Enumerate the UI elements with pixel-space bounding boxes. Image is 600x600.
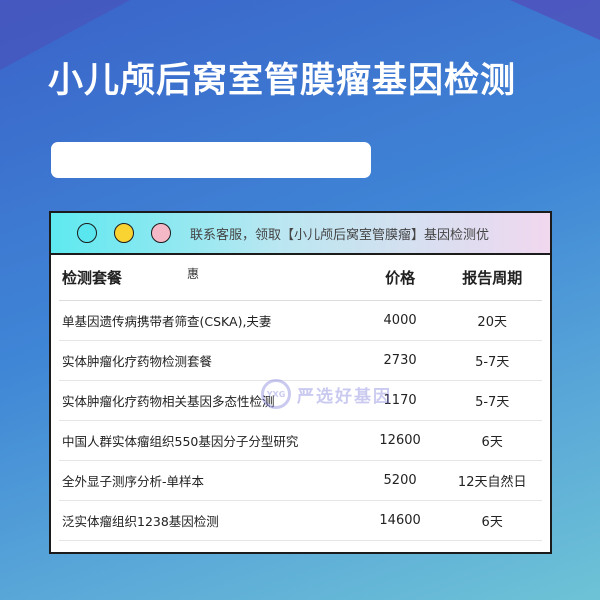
header-suffix-text: 惠 xyxy=(187,267,200,281)
package-name: 中国人群实体瘤组织550基因分子分型研究 xyxy=(62,434,299,449)
corner-decoration-right xyxy=(510,0,600,40)
package-price: 4000 xyxy=(383,313,417,328)
card-header: 联系客服，领取【小儿颅后窝室管膜瘤】基因检测优 xyxy=(51,213,550,255)
package-name: 单基因遗传病携带者筛查(CSKA),夫妻 xyxy=(62,314,272,329)
package-name: 全外显子测序分析-单样本 xyxy=(62,474,205,489)
pink-dot-icon xyxy=(151,223,171,243)
cyan-dot-icon xyxy=(77,223,97,243)
search-input[interactable] xyxy=(51,142,371,178)
table-row[interactable]: 全外显子测序分析-单样本 5200 12天自然日 xyxy=(59,461,542,501)
package-period: 6天 xyxy=(481,515,503,530)
package-period: 12天自然日 xyxy=(457,475,527,490)
table-row[interactable]: 泛实体瘤组织1238基因检测 14600 6天 xyxy=(59,501,542,541)
table-header: 检测套餐 价格 报告周期 惠 xyxy=(59,255,542,301)
yellow-dot-icon xyxy=(114,223,134,243)
package-name: 实体肿瘤化疗药物检测套餐 xyxy=(62,354,213,369)
package-period: 20天 xyxy=(477,315,507,330)
contact-service-text[interactable]: 联系客服，领取【小儿颅后窝室管膜瘤】基因检测优 xyxy=(190,224,489,243)
price-table-card: 联系客服，领取【小儿颅后窝室管膜瘤】基因检测优 检测套餐 价格 报告周期 惠 单… xyxy=(49,211,552,554)
package-price: 14600 xyxy=(379,513,421,528)
package-price: 1170 xyxy=(383,393,417,408)
column-header-package: 检测套餐 xyxy=(62,269,123,287)
table-row[interactable]: 单基因遗传病携带者筛查(CSKA),夫妻 4000 20天 xyxy=(59,301,542,341)
package-price: 5200 xyxy=(383,473,417,488)
table-row[interactable]: 实体肿瘤化疗药物相关基因多态性检测 1170 5-7天 xyxy=(59,381,542,421)
package-price: 2730 xyxy=(383,353,417,368)
package-price: 12600 xyxy=(379,433,421,448)
package-period: 6天 xyxy=(481,435,503,450)
package-name: 实体肿瘤化疗药物相关基因多态性检测 xyxy=(62,394,275,409)
package-period: 5-7天 xyxy=(475,395,510,410)
package-name: 泛实体瘤组织1238基因检测 xyxy=(62,514,219,529)
column-header-period: 报告周期 xyxy=(462,269,523,287)
price-table: 检测套餐 价格 报告周期 惠 单基因遗传病携带者筛查(CSKA),夫妻 4000… xyxy=(59,255,542,541)
table-row[interactable]: 中国人群实体瘤组织550基因分子分型研究 12600 6天 xyxy=(59,421,542,461)
package-period: 5-7天 xyxy=(475,355,510,370)
column-header-price: 价格 xyxy=(385,269,416,287)
table-row[interactable]: 实体肿瘤化疗药物检测套餐 2730 5-7天 xyxy=(59,341,542,381)
page-title: 小儿颅后窝室管膜瘤基因检测 xyxy=(48,61,517,101)
